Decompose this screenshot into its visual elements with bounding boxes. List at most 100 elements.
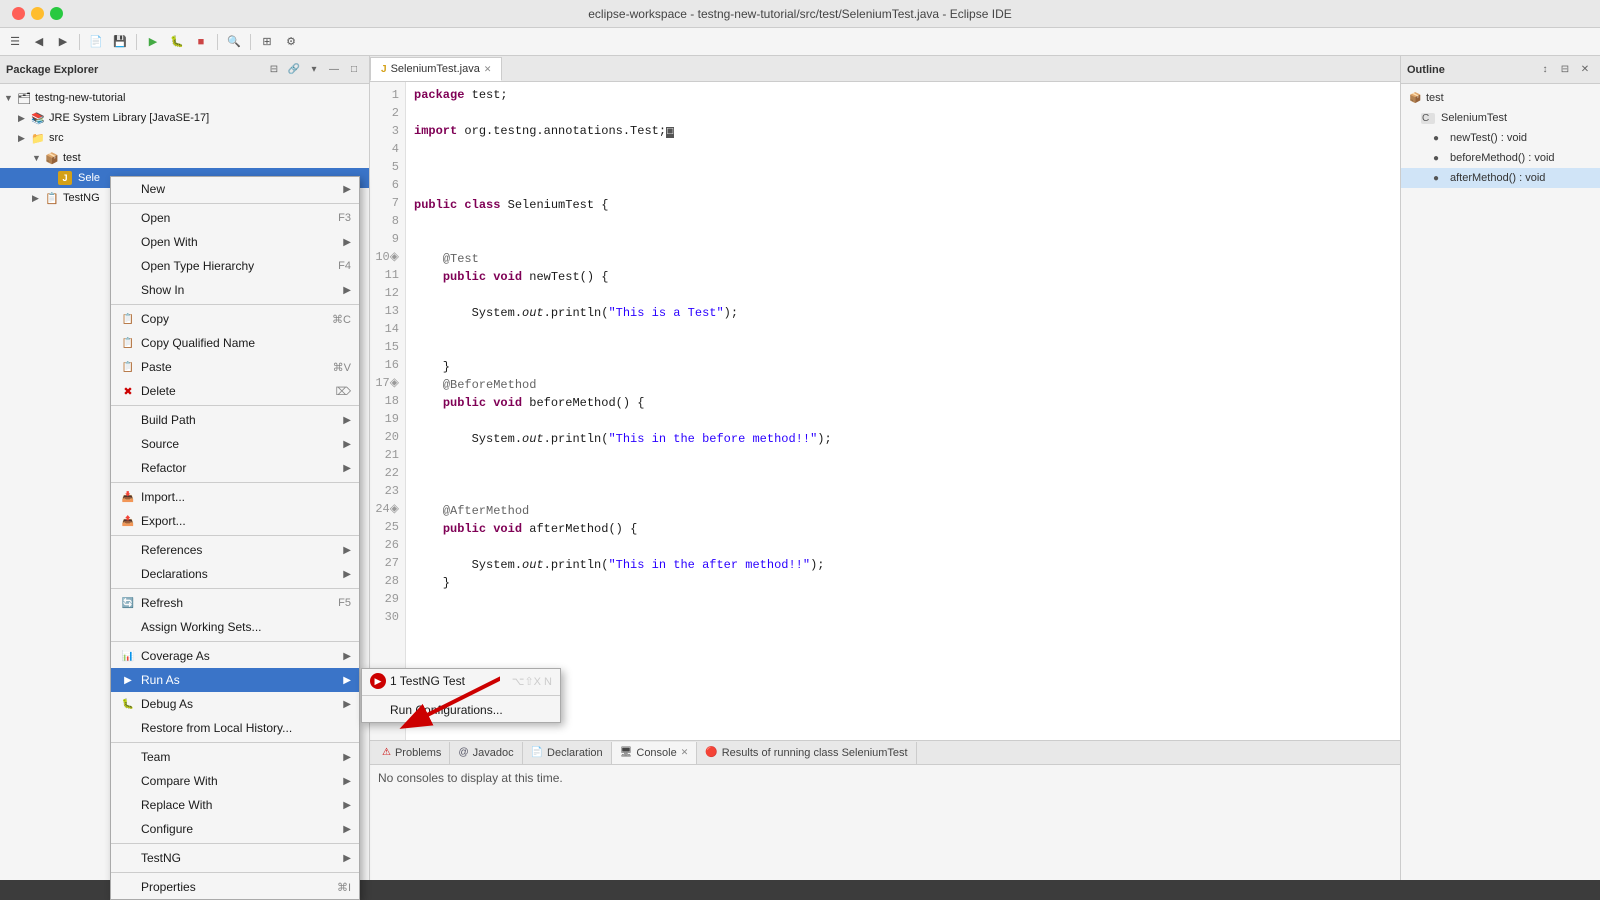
menu-item-copy-qual[interactable]: 📋 Copy Qualified Name bbox=[111, 331, 359, 355]
menu-label-import: Import... bbox=[141, 490, 351, 504]
tab-problems-label: Problems bbox=[395, 747, 441, 759]
menu-item-show-in[interactable]: Show In ▶ bbox=[111, 278, 359, 302]
configure-icon bbox=[119, 821, 137, 837]
tab-declaration[interactable]: 📄 Declaration bbox=[523, 742, 612, 764]
menu-item-coverage[interactable]: 📊 Coverage As ▶ bbox=[111, 644, 359, 668]
menu-item-delete[interactable]: ✖ Delete ⌦ bbox=[111, 379, 359, 403]
menu-label-delete: Delete bbox=[141, 384, 327, 398]
copy-qual-icon: 📋 bbox=[119, 335, 137, 351]
view-menu-icon[interactable]: ▾ bbox=[305, 61, 323, 79]
submenu-item-run-configs[interactable]: Run Configurations... bbox=[362, 698, 560, 722]
menu-item-configure[interactable]: Configure ▶ bbox=[111, 817, 359, 841]
toolbar-search[interactable]: 🔍 bbox=[223, 31, 245, 53]
tab-javadoc[interactable]: @ Javadoc bbox=[450, 742, 522, 764]
toolbar-sep-1 bbox=[79, 34, 80, 50]
menu-item-refactor[interactable]: Refactor ▶ bbox=[111, 456, 359, 480]
toolbar-perspective[interactable]: ⊞ bbox=[256, 31, 278, 53]
tab-console[interactable]: 🖥 Console ✕ bbox=[612, 742, 698, 764]
menu-label-source: Source bbox=[141, 437, 343, 451]
editor-tab-selenium[interactable]: J SeleniumTest.java ✕ bbox=[370, 57, 502, 81]
tree-arrow: ▼ bbox=[4, 93, 16, 103]
menu-item-assign-ws[interactable]: Assign Working Sets... bbox=[111, 615, 359, 639]
outline-item-aftermethod[interactable]: ● afterMethod() : void bbox=[1401, 168, 1600, 188]
outline-tree: 📦 test C SeleniumTest ● newTest() : void… bbox=[1401, 84, 1600, 192]
menu-item-compare[interactable]: Compare With ▶ bbox=[111, 769, 359, 793]
testng-menu-icon bbox=[119, 850, 137, 866]
menu-item-properties[interactable]: Properties ⌘I bbox=[111, 875, 359, 899]
menu-item-build-path[interactable]: Build Path ▶ bbox=[111, 408, 359, 432]
toolbar-new[interactable]: 📄 bbox=[85, 31, 107, 53]
menu-label-show-in: Show In bbox=[141, 283, 343, 297]
menu-label-assign-ws: Assign Working Sets... bbox=[141, 620, 351, 634]
line-numbers: 12345 678910◈ 1112131415 1617◈181920 212… bbox=[370, 82, 406, 740]
submenu-item-testng[interactable]: ▶ 1 TestNG Test ⌥⇧X N bbox=[362, 669, 560, 693]
toolbar-run[interactable]: ▶ bbox=[142, 31, 164, 53]
menu-item-new[interactable]: New ▶ bbox=[111, 177, 359, 201]
panel-icon-group: ⊟ 🔗 ▾ — □ bbox=[265, 61, 363, 79]
menu-item-debug-as[interactable]: 🐛 Debug As ▶ bbox=[111, 692, 359, 716]
menu-item-open-with[interactable]: Open With ▶ bbox=[111, 230, 359, 254]
toolbar-btn-3[interactable]: ▶ bbox=[52, 31, 74, 53]
outline-pkg-icon: 📦 bbox=[1409, 93, 1423, 104]
outline-close-icon[interactable]: ✕ bbox=[1576, 61, 1594, 79]
tree-item-test[interactable]: ▼ 📦 test bbox=[0, 148, 369, 168]
menu-item-declarations[interactable]: Declarations ▶ bbox=[111, 562, 359, 586]
submenu-arrow-ref2: ▶ bbox=[343, 545, 351, 556]
menu-item-paste[interactable]: 📋 Paste ⌘V bbox=[111, 355, 359, 379]
restore-icon bbox=[119, 720, 137, 736]
submenu-arrow-decl: ▶ bbox=[343, 569, 351, 580]
toolbar-stop[interactable]: ■ bbox=[190, 31, 212, 53]
menu-item-open-type-hierarchy[interactable]: Open Type Hierarchy F4 bbox=[111, 254, 359, 278]
minimize-panel-icon[interactable]: — bbox=[325, 61, 343, 79]
refresh-shortcut: F5 bbox=[338, 597, 351, 609]
menu-item-import[interactable]: 📥 Import... bbox=[111, 485, 359, 509]
tree-item-jre[interactable]: ▶ 📚 JRE System Library [JavaSE-17] bbox=[0, 108, 369, 128]
toolbar-pref[interactable]: ⚙ bbox=[280, 31, 302, 53]
submenu-arrow-bp: ▶ bbox=[343, 415, 351, 426]
menu-item-source[interactable]: Source ▶ bbox=[111, 432, 359, 456]
outline-filter-icon[interactable]: ⊟ bbox=[1556, 61, 1574, 79]
menu-label-new: New bbox=[141, 182, 343, 196]
editor-panel: J SeleniumTest.java ✕ 12345 678910◈ 1112… bbox=[370, 56, 1400, 740]
tab-results[interactable]: 🔴 Results of running class SeleniumTest bbox=[697, 742, 916, 764]
menu-item-copy[interactable]: 📋 Copy ⌘C bbox=[111, 307, 359, 331]
outline-item-selenium-class[interactable]: C SeleniumTest bbox=[1401, 108, 1600, 128]
menu-item-export[interactable]: 📤 Export... bbox=[111, 509, 359, 533]
collapse-all-icon[interactable]: ⊟ bbox=[265, 61, 283, 79]
maximize-panel-icon[interactable]: □ bbox=[345, 61, 363, 79]
toolbar-save[interactable]: 💾 bbox=[109, 31, 131, 53]
code-text[interactable]: package test; import org.testng.annotati… bbox=[406, 82, 1400, 740]
menu-label-copy-qual: Copy Qualified Name bbox=[141, 336, 351, 350]
menu-item-team[interactable]: Team ▶ bbox=[111, 745, 359, 769]
toolbar-btn-1[interactable]: ☰ bbox=[4, 31, 26, 53]
menu-item-restore[interactable]: Restore from Local History... bbox=[111, 716, 359, 740]
toolbar-debug[interactable]: 🐛 bbox=[166, 31, 188, 53]
console-close-icon[interactable]: ✕ bbox=[681, 747, 689, 758]
maximize-button[interactable] bbox=[50, 7, 63, 20]
open-icon bbox=[119, 210, 137, 226]
outline-item-test[interactable]: 📦 test bbox=[1401, 88, 1600, 108]
link-editor-icon[interactable]: 🔗 bbox=[285, 61, 303, 79]
menu-item-replace[interactable]: Replace With ▶ bbox=[111, 793, 359, 817]
menu-item-run-as[interactable]: ▶ Run As ▶ ▶ 1 TestNG Test ⌥⇧X N Run Con… bbox=[111, 668, 359, 692]
menu-item-refresh[interactable]: 🔄 Refresh F5 bbox=[111, 591, 359, 615]
src-label: src bbox=[49, 132, 64, 144]
submenu-arrow-repl: ▶ bbox=[343, 800, 351, 811]
show-in-icon bbox=[119, 282, 137, 298]
outline-item-beforemethod[interactable]: ● beforeMethod() : void bbox=[1401, 148, 1600, 168]
tab-close-icon[interactable]: ✕ bbox=[484, 64, 492, 75]
menu-item-open[interactable]: Open F3 bbox=[111, 206, 359, 230]
minimize-button[interactable] bbox=[31, 7, 44, 20]
tab-problems[interactable]: ⚠ Problems bbox=[374, 742, 450, 764]
code-editor[interactable]: 12345 678910◈ 1112131415 1617◈181920 212… bbox=[370, 82, 1400, 740]
tree-item-root[interactable]: ▼ 🗂 testng-new-tutorial bbox=[0, 88, 369, 108]
menu-sep-4 bbox=[111, 482, 359, 483]
close-button[interactable] bbox=[12, 7, 25, 20]
menu-item-testng[interactable]: TestNG ▶ bbox=[111, 846, 359, 870]
outline-item-newtest[interactable]: ● newTest() : void bbox=[1401, 128, 1600, 148]
toolbar-btn-2[interactable]: ◀ bbox=[28, 31, 50, 53]
tree-item-src[interactable]: ▶ 📁 src bbox=[0, 128, 369, 148]
outline-sort-icon[interactable]: ↕ bbox=[1536, 61, 1554, 79]
tab-java-icon: J bbox=[381, 64, 387, 75]
menu-item-references[interactable]: References ▶ bbox=[111, 538, 359, 562]
